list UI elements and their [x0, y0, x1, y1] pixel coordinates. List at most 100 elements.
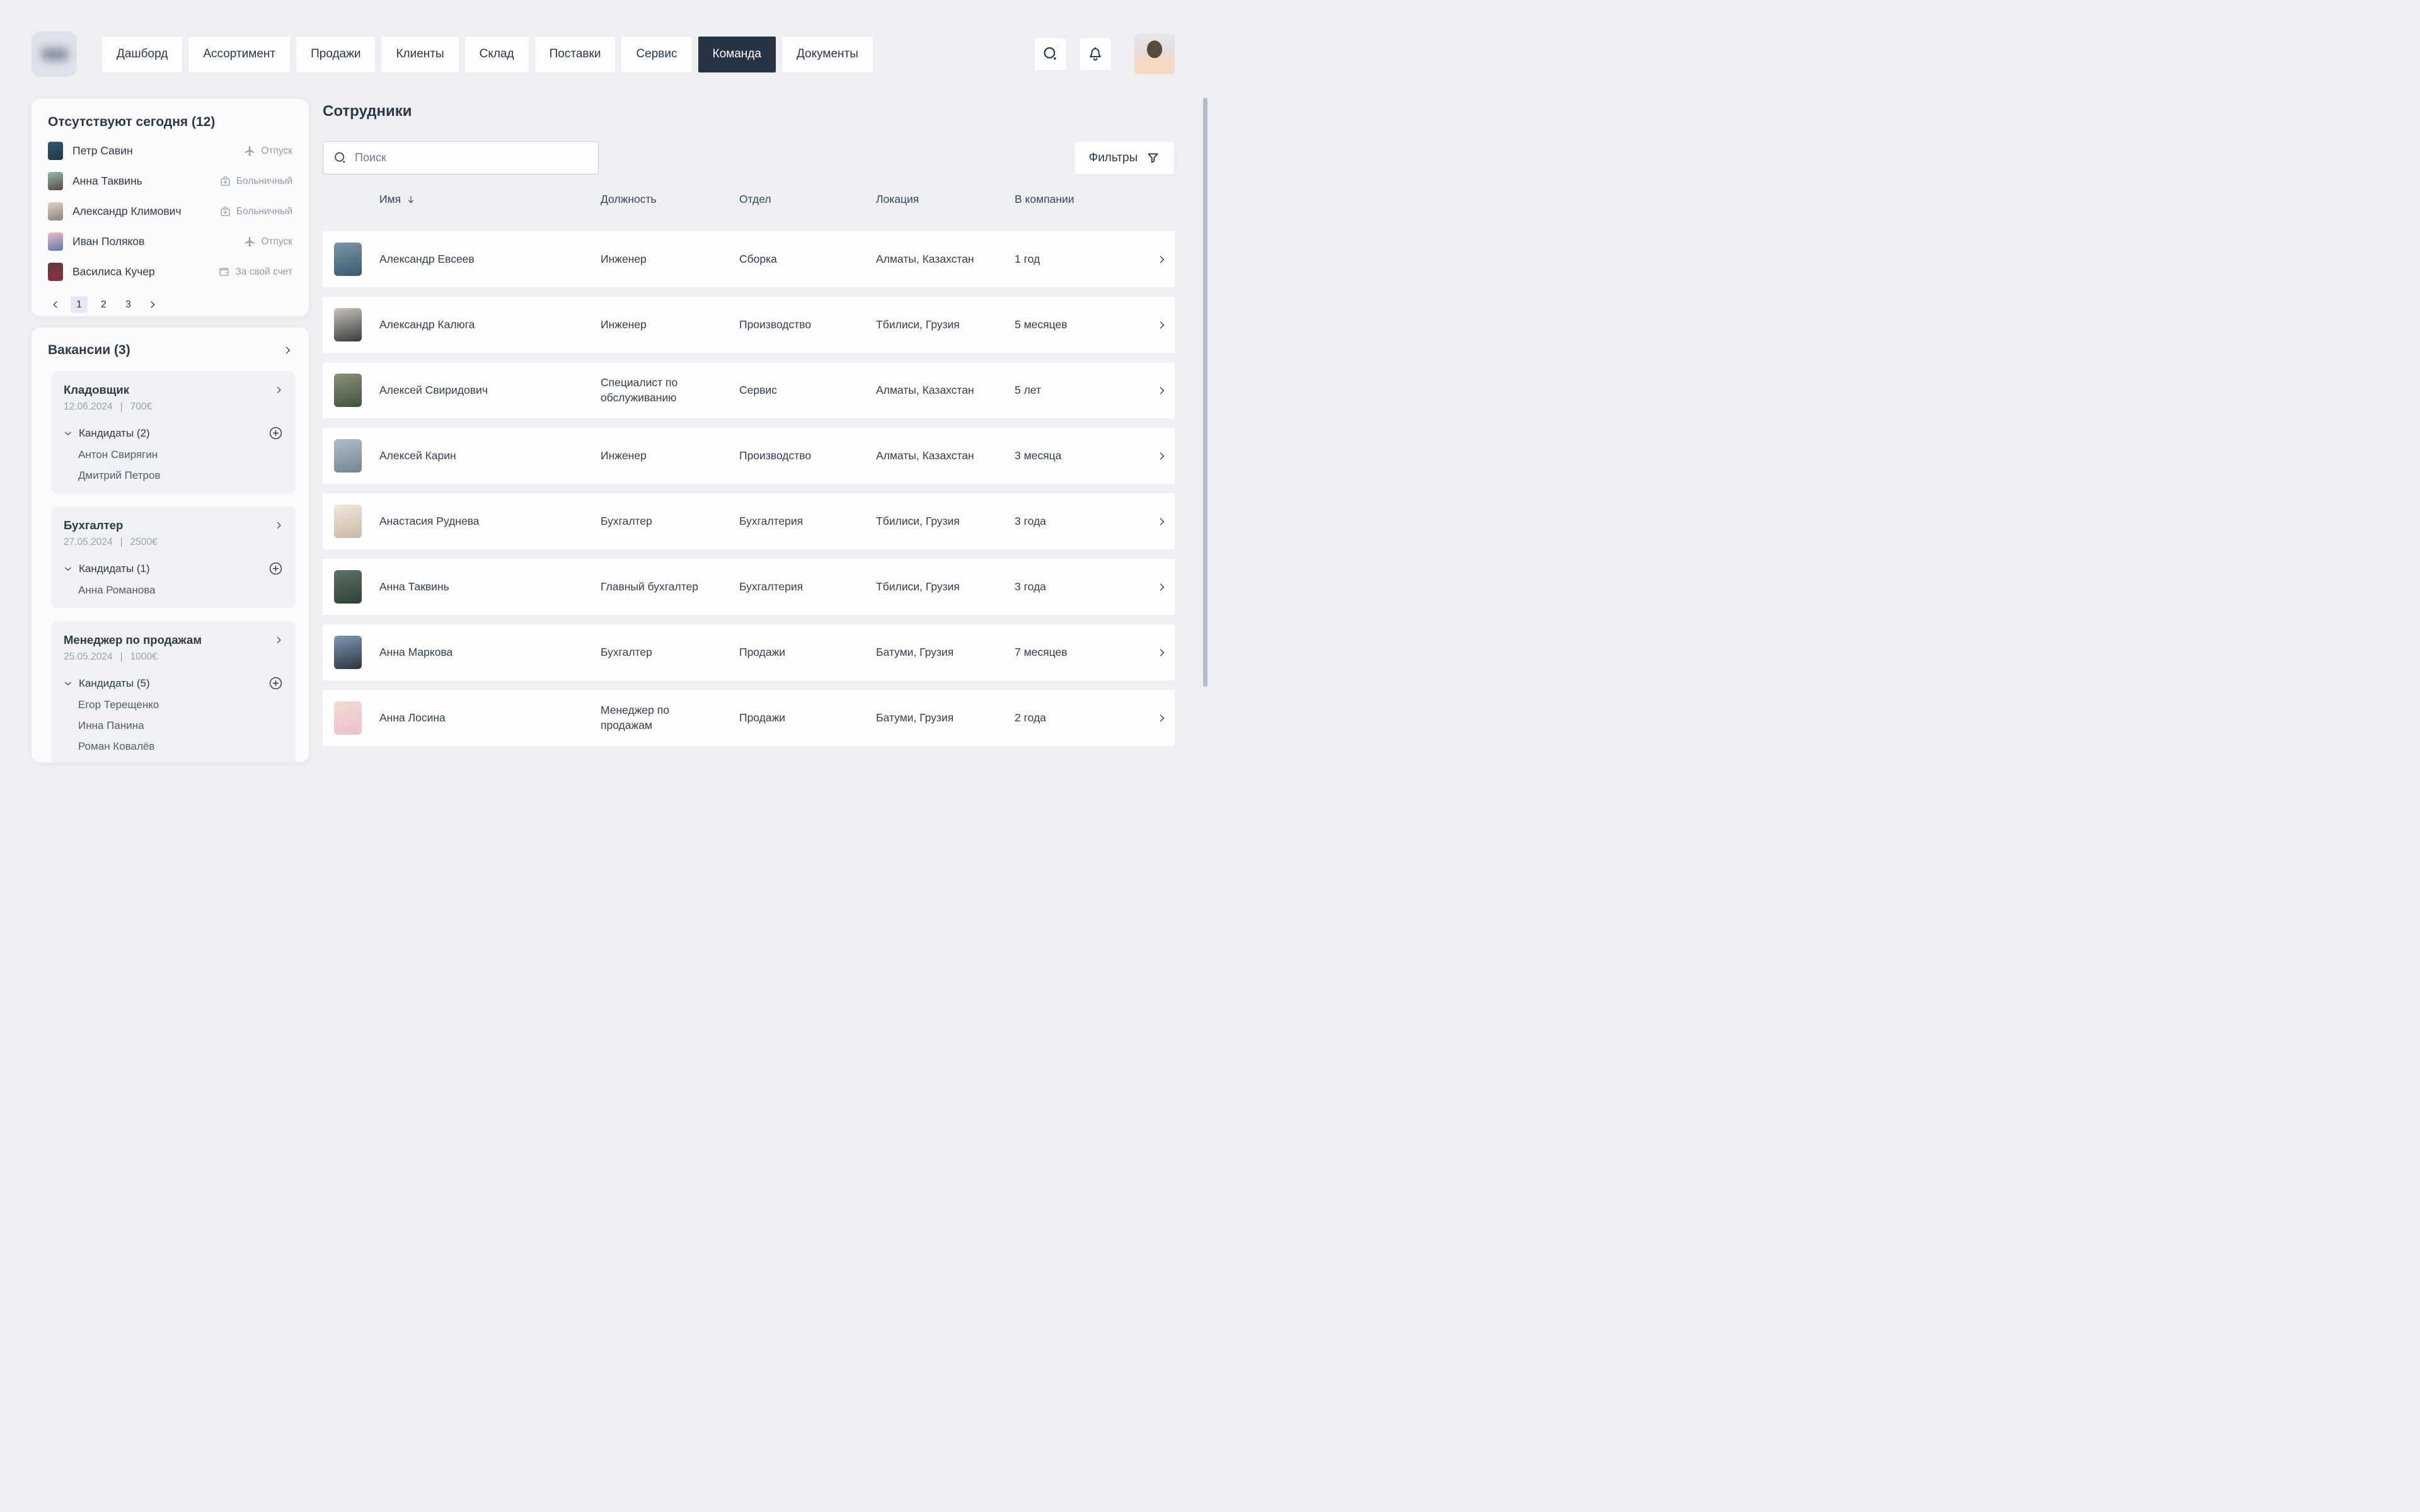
employee-row[interactable]: Александр Евсеев Инженер Сборка Алматы, … [323, 231, 1175, 287]
chevron-down-icon [64, 564, 72, 573]
column-header-position[interactable]: Должность [601, 193, 739, 206]
notifications-button[interactable] [1080, 38, 1111, 70]
nav-tab[interactable]: Сервис [621, 37, 691, 72]
pagination-page-number: 2 [101, 299, 107, 311]
nav-tab[interactable]: Склад [465, 37, 529, 72]
nav-tab[interactable]: Поставки [535, 37, 616, 72]
employee-name: Анна Таквинь [379, 580, 601, 595]
candidates-label: Кандидаты (1) [79, 563, 150, 575]
absent-list-item[interactable]: Александр Климович [48, 202, 292, 220]
column-header-location[interactable]: Локация [876, 193, 1015, 206]
nav-tab[interactable]: Ассортимент [188, 37, 290, 72]
chevron-down-icon [64, 679, 72, 688]
vacancy-meta: 25.05.2024 | 1000€ [64, 651, 283, 663]
avatar [48, 142, 63, 160]
vacancy-date: 12.06.2024 [64, 401, 113, 413]
vacancy-meta: 27.05.2024 | 2500€ [64, 537, 283, 548]
chevron-right-icon [1156, 451, 1167, 461]
nav-tab[interactable]: Документы [782, 37, 873, 72]
nav-tab[interactable]: Продажи [296, 37, 375, 72]
employee-row[interactable]: Анастасия Руднева Бухгалтер Бухгалтерия … [323, 493, 1175, 549]
vacancy-title-row[interactable]: Бухгалтер [64, 518, 283, 532]
column-header-name[interactable]: Имя [379, 193, 601, 206]
vacancy-title: Менеджер по продажам [64, 633, 202, 647]
sort-down-icon [406, 195, 416, 205]
vacancy-date: 27.05.2024 [64, 537, 113, 548]
filters-label: Фильтры [1089, 151, 1138, 165]
pagination-page[interactable]: 3 [120, 296, 137, 313]
candidate-name[interactable]: Дмитрий Петров [78, 469, 283, 482]
vacancy-card: Кладовщик 12.06.2024 | 700€ Кандидаты (2… [51, 371, 296, 493]
vacancy-title-row[interactable]: Менеджер по продажам [64, 633, 283, 647]
candidate-name[interactable]: Анна Романова [78, 584, 283, 597]
pagination-next-icon[interactable] [144, 297, 159, 312]
pagination-prev-icon[interactable] [48, 297, 63, 312]
chevron-right-icon [274, 386, 283, 394]
absent-list-item[interactable]: Анна Таквинь [48, 172, 292, 190]
employee-position: Главный бухгалтер [601, 580, 739, 595]
user-avatar[interactable] [1134, 34, 1175, 74]
employee-row[interactable]: Александр Калюга Инженер Производство Тб… [323, 297, 1175, 353]
nav-tab[interactable]: Команда [698, 37, 776, 72]
absent-list-item[interactable]: Иван Поляков [48, 232, 292, 251]
employee-location: Алматы, Казахстан [876, 383, 1015, 398]
employee-name: Анна Лосина [379, 711, 601, 726]
candidates-label: Кандидаты (5) [79, 677, 150, 690]
employee-row[interactable]: Алексей Свиридович Специалист по обслужи… [323, 362, 1175, 418]
vacancy-date: 25.05.2024 [64, 651, 113, 663]
employee-name: Александр Калюга [379, 318, 601, 333]
vacancies-panel: Вакансии (3) Кладовщик 12.06.2024 | 700€… [32, 328, 309, 762]
search-input[interactable] [355, 151, 588, 164]
absent-person-name: Василиса Кучер [72, 265, 155, 278]
vacancies-header[interactable]: Вакансии (3) [32, 343, 309, 358]
candidate-name[interactable]: Антон Свирягин [78, 449, 283, 461]
nav-tabs: Дашборд Ассортимент Продажи Клиенты Скла… [102, 37, 873, 72]
absent-list-item[interactable]: Петр Савин [48, 142, 292, 160]
employee-tenure: 7 месяцев [1015, 645, 1148, 660]
employee-row[interactable]: Анна Лосина Менеджер по продажам Продажи… [323, 690, 1175, 746]
employee-tenure: 5 месяцев [1015, 318, 1148, 333]
add-candidate-button[interactable] [268, 561, 283, 576]
pagination-page[interactable]: 2 [95, 296, 112, 313]
candidates-toggle[interactable]: Кандидаты (2) [64, 426, 283, 440]
employee-department: Бухгалтерия [739, 580, 876, 595]
employee-avatar [334, 570, 362, 604]
candidate-name[interactable]: Роман Ковалёв [78, 740, 283, 753]
candidates-toggle[interactable]: Кандидаты (1) [64, 561, 283, 576]
candidate-name[interactable]: Инна Панина [78, 719, 283, 732]
divider: | [120, 537, 123, 548]
employee-location: Алматы, Казахстан [876, 252, 1015, 267]
candidates-list: Егор Терещенко Инна Панина Роман Ковалёв [64, 699, 283, 753]
column-header-tenure[interactable]: В компании [1015, 193, 1148, 206]
employee-row[interactable]: Алексей Карин Инженер Производство Алмат… [323, 428, 1175, 484]
employee-location: Тбилиси, Грузия [876, 580, 1015, 595]
avatar [48, 202, 63, 220]
column-header-department[interactable]: Отдел [739, 193, 876, 206]
candidates-list: Антон Свирягин Дмитрий Петров [64, 449, 283, 482]
employee-department: Производство [739, 318, 876, 333]
absent-person-name: Анна Таквинь [72, 175, 142, 188]
employee-avatar [334, 439, 362, 472]
vacancy-title-row[interactable]: Кладовщик [64, 383, 283, 397]
chevron-right-icon [1156, 648, 1167, 658]
search-button[interactable] [1035, 38, 1066, 70]
absent-person-name: Иван Поляков [72, 235, 144, 248]
search-icon [1042, 46, 1059, 62]
absence-status-label: Отпуск [261, 146, 292, 157]
candidates-toggle[interactable]: Кандидаты (5) [64, 676, 283, 690]
filter-funnel-icon [1146, 151, 1160, 164]
add-candidate-button[interactable] [268, 676, 283, 690]
candidates-list: Анна Романова [64, 584, 283, 597]
employee-department: Продажи [739, 711, 876, 726]
filters-button[interactable]: Фильтры [1074, 141, 1175, 175]
pagination-page[interactable]: 1 [71, 296, 88, 313]
employee-row[interactable]: Анна Таквинь Главный бухгалтер Бухгалтер… [323, 559, 1175, 615]
add-candidate-button[interactable] [268, 426, 283, 440]
candidate-name[interactable]: Егор Терещенко [78, 699, 283, 711]
page-scrollbar[interactable] [1203, 98, 1207, 687]
employee-row[interactable]: Анна Маркова Бухгалтер Продажи Батуми, Г… [323, 624, 1175, 680]
avatar [48, 172, 63, 190]
nav-tab[interactable]: Дашборд [102, 37, 182, 72]
absent-list-item[interactable]: Василиса Кучер [48, 263, 292, 281]
nav-tab[interactable]: Клиенты [381, 37, 458, 72]
